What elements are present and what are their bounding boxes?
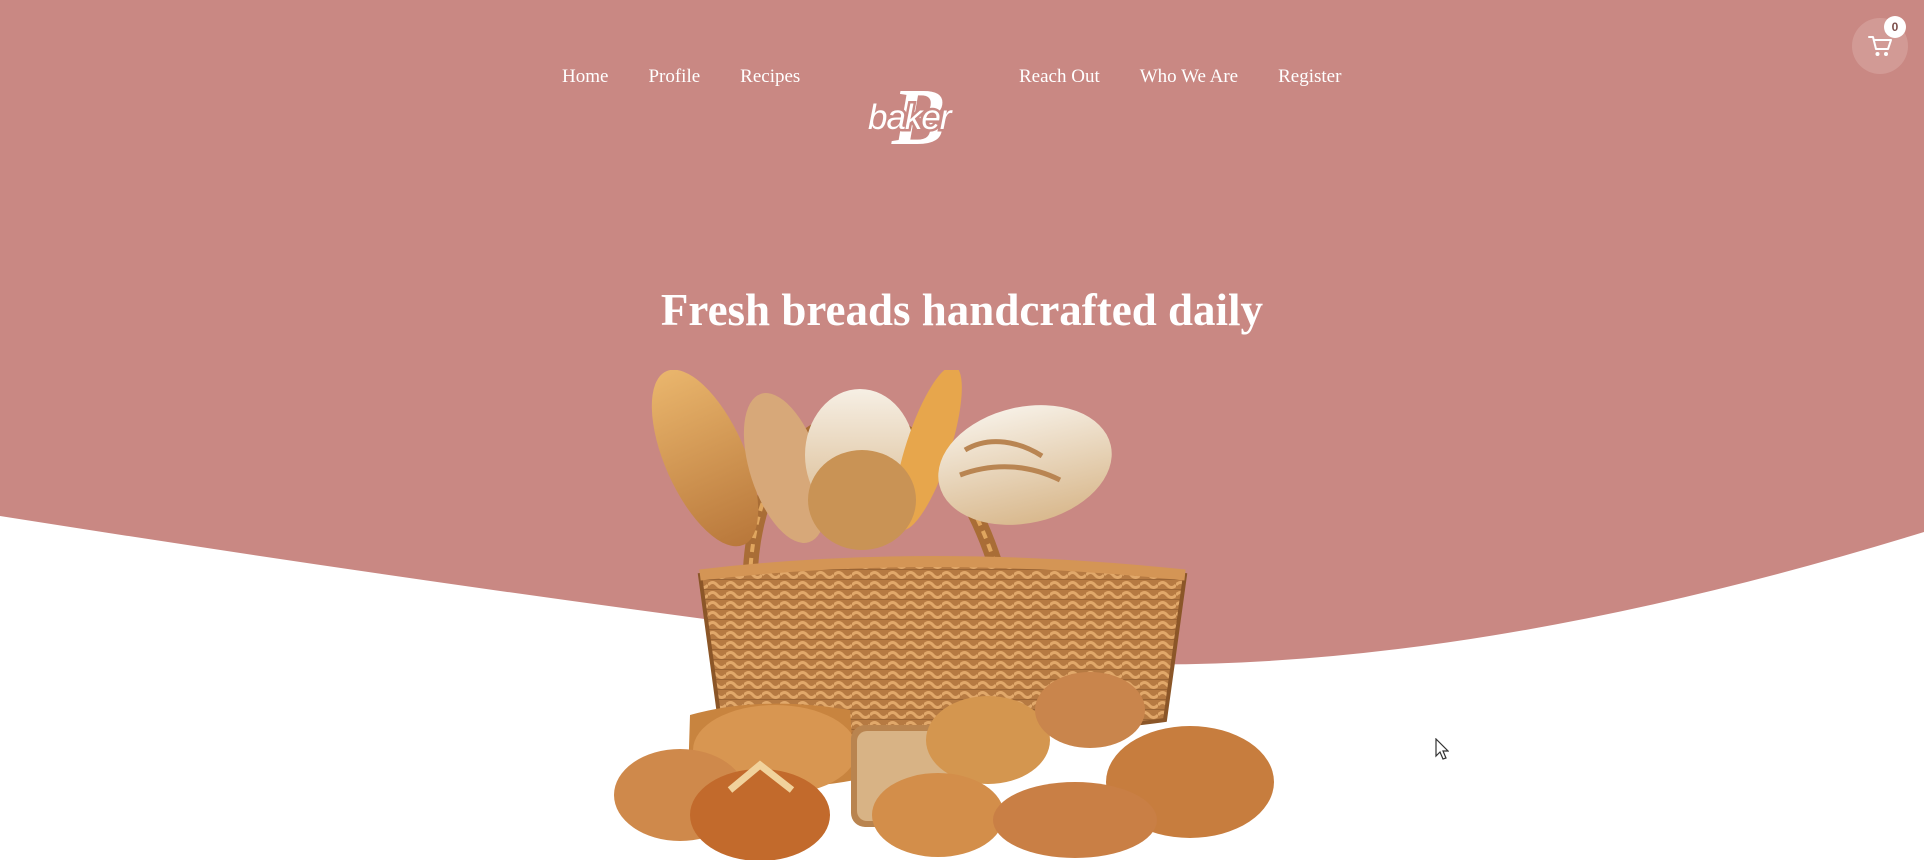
cart-count-badge: 0 [1884,16,1906,38]
bread-basket-image [614,370,1274,860]
hero-title: Fresh breads handcrafted daily [660,285,1264,335]
baker-logo[interactable]: B baker [862,78,972,158]
nav-home-link[interactable]: Home [562,66,608,88]
nav-register-link[interactable]: Register [1278,66,1341,88]
nav-recipes-link[interactable]: Recipes [740,66,800,88]
main-nav-right: Reach Out Who We Are Register [1019,62,1341,92]
landing-page: Home Profile Recipes B baker Reach Out W… [0,0,1924,860]
mouse-pointer-icon [1435,738,1449,760]
main-nav-left: Home Profile Recipes [562,62,800,92]
nav-who-we-are-link[interactable]: Who We Are [1140,66,1238,88]
cart-button[interactable]: 0 [1852,16,1908,74]
nav-profile-link[interactable]: Profile [648,66,700,88]
logo-word: baker [866,96,955,140]
nav-reach-out-link[interactable]: Reach Out [1019,66,1100,88]
cart-icon [1868,36,1892,56]
